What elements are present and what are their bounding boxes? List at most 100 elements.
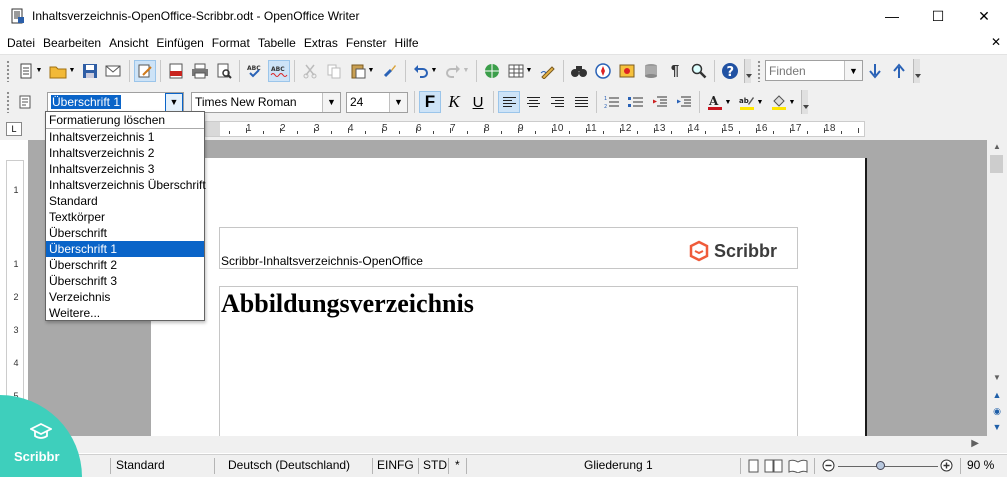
- menu-format[interactable]: Format: [208, 36, 254, 50]
- italic-button[interactable]: K: [443, 91, 465, 113]
- selection-mode-status[interactable]: STD: [423, 458, 447, 472]
- menu-hilfe[interactable]: Hilfe: [391, 36, 423, 50]
- style-option[interactable]: Textkörper: [46, 209, 204, 225]
- vertical-ruler[interactable]: 112345: [6, 160, 24, 401]
- decrease-indent-button[interactable]: [649, 91, 671, 113]
- two-page-view-icon[interactable]: [764, 459, 784, 476]
- find-toolbar-overflow-button[interactable]: [913, 58, 921, 83]
- bullets-button[interactable]: [625, 91, 647, 113]
- language-status[interactable]: Deutsch (Deutschland): [228, 458, 350, 472]
- page-style-status[interactable]: Standard: [116, 458, 165, 472]
- cut-button[interactable]: [299, 60, 321, 82]
- text-body[interactable]: Abbildungsverzeichnis: [219, 286, 798, 436]
- menu-fenster[interactable]: Fenster: [342, 36, 391, 50]
- style-option[interactable]: Inhaltsverzeichnis 1: [46, 129, 204, 145]
- style-option[interactable]: Überschrift 1: [46, 241, 204, 257]
- hyperlink-button[interactable]: [481, 60, 503, 82]
- scroll-up-arrow-icon[interactable]: ▲: [993, 142, 1001, 151]
- chevron-down-icon[interactable]: ▼: [322, 92, 340, 112]
- style-option[interactable]: Überschrift 3: [46, 273, 204, 289]
- chevron-down-icon[interactable]: ▼: [165, 92, 183, 112]
- zoom-in-icon[interactable]: [940, 459, 953, 475]
- toolbar-overflow-button[interactable]: [801, 90, 809, 114]
- undo-button[interactable]: ▼: [410, 60, 440, 82]
- autospellcheck-button[interactable]: ABC: [268, 59, 290, 82]
- navigation-icon[interactable]: ◉: [990, 404, 1004, 418]
- style-option[interactable]: Überschrift 2: [46, 257, 204, 273]
- toolbar-grip[interactable]: [6, 59, 10, 82]
- style-option[interactable]: Überschrift: [46, 225, 204, 241]
- bold-button[interactable]: F: [419, 91, 441, 113]
- table-button[interactable]: ▼: [505, 60, 535, 82]
- horizontal-ruler[interactable]: 1 2 3 4 5 6 7 8 9 10 11 12 13 14 15 16 17 18: [205, 121, 865, 137]
- chevron-down-icon[interactable]: ▼: [844, 61, 862, 80]
- next-page-icon[interactable]: ▼: [990, 420, 1004, 434]
- page-header[interactable]: Scribbr-Inhaltsverzeichnis-OpenOffice Sc…: [219, 227, 798, 269]
- close-button[interactable]: ✕: [961, 0, 1007, 32]
- gallery-button[interactable]: [616, 60, 638, 82]
- formatting-marks-button[interactable]: ¶: [664, 60, 686, 82]
- maximize-button[interactable]: ☐: [915, 0, 961, 32]
- export-pdf-button[interactable]: [165, 60, 187, 82]
- open-button[interactable]: ▼: [47, 60, 77, 82]
- vertical-scroll-thumb[interactable]: [990, 155, 1003, 173]
- zoom-slider-knob[interactable]: [876, 461, 885, 470]
- previous-page-icon[interactable]: ▲: [990, 388, 1004, 402]
- style-option[interactable]: Formatierung löschen: [46, 112, 204, 129]
- increase-indent-button[interactable]: [673, 91, 695, 113]
- redo-button[interactable]: ▼: [442, 60, 472, 82]
- find-next-button[interactable]: [864, 60, 886, 82]
- chevron-down-icon[interactable]: ▼: [389, 92, 407, 112]
- email-button[interactable]: [103, 60, 125, 82]
- document-page[interactable]: Scribbr-Inhaltsverzeichnis-OpenOffice Sc…: [151, 158, 867, 436]
- highlight-button[interactable]: ab ▼: [736, 91, 766, 113]
- tab-stop-selector[interactable]: L: [6, 122, 22, 136]
- toolbar-grip[interactable]: [6, 91, 10, 113]
- underline-button[interactable]: U: [467, 91, 489, 113]
- edit-mode-button[interactable]: [134, 59, 156, 82]
- find-previous-button[interactable]: [888, 60, 910, 82]
- align-right-button[interactable]: [546, 91, 568, 113]
- zoom-slider[interactable]: [838, 466, 938, 467]
- close-document-icon[interactable]: ✕: [991, 35, 1001, 49]
- background-color-button[interactable]: ▼: [768, 91, 798, 113]
- minimize-button[interactable]: —: [869, 0, 915, 32]
- document-heading[interactable]: Abbildungsverzeichnis: [220, 289, 474, 319]
- align-left-button[interactable]: [498, 91, 520, 113]
- styles-formatting-button[interactable]: [15, 91, 37, 113]
- align-center-button[interactable]: [522, 91, 544, 113]
- style-option[interactable]: Weitere...: [46, 305, 204, 321]
- zoom-out-icon[interactable]: [822, 459, 835, 475]
- print-preview-button[interactable]: [213, 60, 235, 82]
- font-color-button[interactable]: A ▼: [704, 91, 734, 113]
- menu-datei[interactable]: Datei: [3, 36, 39, 50]
- scroll-right-arrow-icon[interactable]: ▶: [971, 438, 979, 449]
- zoom-button[interactable]: [688, 60, 710, 82]
- scroll-down-arrow-icon[interactable]: ▼: [990, 370, 1004, 384]
- style-option[interactable]: Inhaltsverzeichnis Überschrift: [46, 177, 206, 193]
- menu-extras[interactable]: Extras: [300, 36, 342, 50]
- paste-button[interactable]: ▼: [347, 60, 377, 82]
- numbering-button[interactable]: 12: [601, 91, 623, 113]
- clone-formatting-button[interactable]: [379, 60, 401, 82]
- horizontal-scrollbar[interactable]: ▶: [0, 436, 1007, 453]
- menu-bearbeiten[interactable]: Bearbeiten: [39, 36, 105, 50]
- copy-button[interactable]: [323, 60, 345, 82]
- style-option[interactable]: Verzeichnis: [46, 289, 204, 305]
- navigator-button[interactable]: [592, 60, 614, 82]
- style-option[interactable]: Inhaltsverzeichnis 3: [46, 161, 204, 177]
- menu-tabelle[interactable]: Tabelle: [254, 36, 300, 50]
- toolbar-overflow-button[interactable]: [744, 58, 752, 83]
- spellcheck-button[interactable]: ABC: [244, 60, 266, 82]
- data-sources-button[interactable]: [640, 60, 662, 82]
- insert-mode-status[interactable]: EINFG: [377, 458, 414, 472]
- save-button[interactable]: [79, 60, 101, 82]
- single-page-view-icon[interactable]: [748, 459, 760, 476]
- vertical-scrollbar[interactable]: ▲ ▼ ▲ ◉ ▼: [987, 140, 1007, 436]
- style-option[interactable]: Inhaltsverzeichnis 2: [46, 145, 204, 161]
- font-name-select[interactable]: Times New Roman ▼: [191, 91, 341, 113]
- help-button[interactable]: ?: [719, 60, 741, 82]
- find-replace-button[interactable]: [568, 60, 590, 82]
- book-view-icon[interactable]: [788, 459, 808, 476]
- find-toolbar-grip[interactable]: [757, 59, 761, 82]
